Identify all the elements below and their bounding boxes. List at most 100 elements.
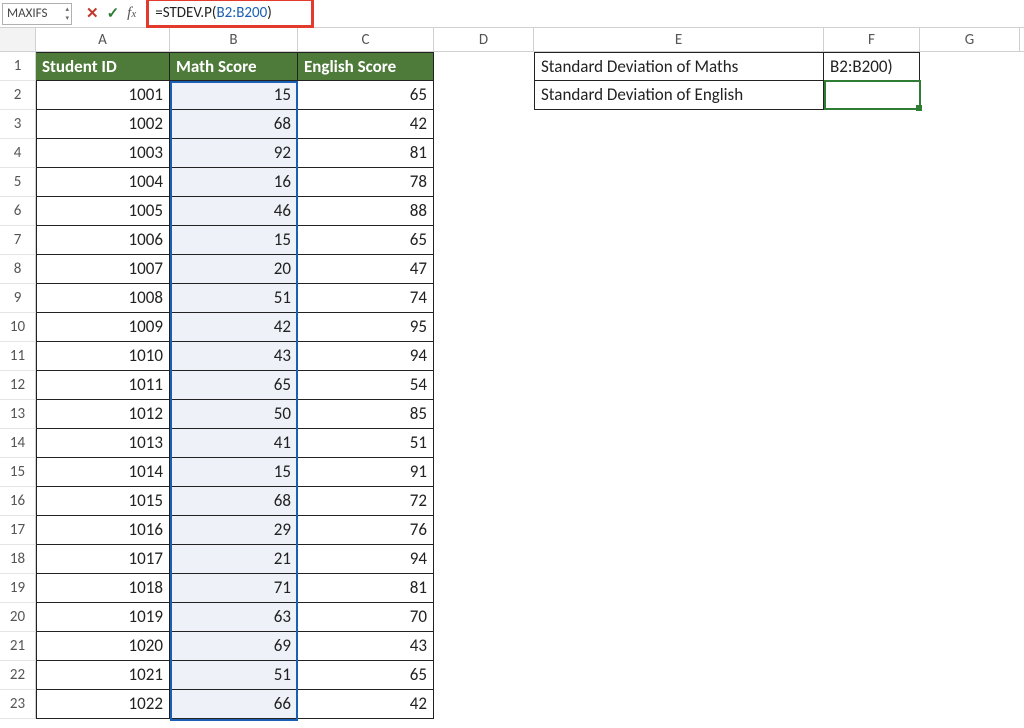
- cell[interactable]: [920, 516, 1020, 545]
- row-header[interactable]: 6: [0, 197, 36, 226]
- cell[interactable]: [824, 690, 920, 719]
- cell-math-score[interactable]: 68: [170, 110, 298, 139]
- row-header[interactable]: 7: [0, 226, 36, 255]
- row-header[interactable]: 15: [0, 458, 36, 487]
- col-header-B[interactable]: B: [170, 28, 298, 51]
- cell-student-id[interactable]: 1007: [36, 255, 170, 284]
- cell-english-score[interactable]: 43: [298, 632, 434, 661]
- cell[interactable]: [534, 632, 824, 661]
- cell-student-id[interactable]: 1019: [36, 603, 170, 632]
- cell[interactable]: [920, 632, 1020, 661]
- cell[interactable]: [534, 139, 824, 168]
- cell[interactable]: [920, 110, 1020, 139]
- row-header[interactable]: 19: [0, 574, 36, 603]
- col-header-C[interactable]: C: [298, 28, 434, 51]
- name-box[interactable]: MAXIFS ▴▾: [2, 3, 72, 25]
- cell-english-score[interactable]: 47: [298, 255, 434, 284]
- cell-student-id[interactable]: 1012: [36, 400, 170, 429]
- cell[interactable]: [434, 197, 534, 226]
- cell-english-score[interactable]: 54: [298, 371, 434, 400]
- cell-english-score[interactable]: 65: [298, 81, 434, 110]
- cell[interactable]: [920, 226, 1020, 255]
- cell[interactable]: [824, 226, 920, 255]
- row-header[interactable]: 23: [0, 690, 36, 719]
- cell[interactable]: [824, 487, 920, 516]
- cell-english-score[interactable]: 91: [298, 458, 434, 487]
- cell[interactable]: [920, 342, 1020, 371]
- cell-english-score[interactable]: 74: [298, 284, 434, 313]
- cell[interactable]: [824, 661, 920, 690]
- cell[interactable]: [434, 52, 534, 81]
- cell-math-score[interactable]: 68: [170, 487, 298, 516]
- row-header[interactable]: 4: [0, 139, 36, 168]
- cell[interactable]: [534, 458, 824, 487]
- cell[interactable]: [434, 168, 534, 197]
- cell[interactable]: [434, 255, 534, 284]
- row-header[interactable]: 3: [0, 110, 36, 139]
- row-header[interactable]: 17: [0, 516, 36, 545]
- cell[interactable]: [920, 197, 1020, 226]
- cell[interactable]: [920, 545, 1020, 574]
- col-header-A[interactable]: A: [36, 28, 170, 51]
- row-header[interactable]: 14: [0, 429, 36, 458]
- cell-english-score[interactable]: 94: [298, 545, 434, 574]
- cell-student-id[interactable]: 1009: [36, 313, 170, 342]
- cell[interactable]: [824, 603, 920, 632]
- cell[interactable]: [824, 197, 920, 226]
- row-header[interactable]: 11: [0, 342, 36, 371]
- cell[interactable]: [824, 545, 920, 574]
- cell[interactable]: [920, 574, 1020, 603]
- row-header[interactable]: 20: [0, 603, 36, 632]
- cell[interactable]: [434, 574, 534, 603]
- cell[interactable]: [534, 429, 824, 458]
- cancel-icon[interactable]: ✕: [86, 4, 99, 23]
- cell-english-score[interactable]: 76: [298, 516, 434, 545]
- col-header-F[interactable]: F: [824, 28, 920, 51]
- cell[interactable]: [434, 516, 534, 545]
- cell[interactable]: [920, 661, 1020, 690]
- cell[interactable]: [534, 516, 824, 545]
- header-student-id[interactable]: Student ID: [36, 52, 170, 81]
- cell-math-score[interactable]: 15: [170, 226, 298, 255]
- cell[interactable]: [434, 661, 534, 690]
- select-all-corner[interactable]: [0, 28, 36, 51]
- row-header[interactable]: 9: [0, 284, 36, 313]
- cell-english-score[interactable]: 65: [298, 226, 434, 255]
- cell[interactable]: [434, 429, 534, 458]
- cell-student-id[interactable]: 1008: [36, 284, 170, 313]
- cell-student-id[interactable]: 1020: [36, 632, 170, 661]
- cell[interactable]: [434, 284, 534, 313]
- cell[interactable]: [824, 168, 920, 197]
- fx-icon[interactable]: fx: [127, 5, 136, 22]
- cell[interactable]: [824, 371, 920, 400]
- label-stdev-english[interactable]: Standard Deviation of English: [534, 81, 824, 110]
- cell-math-score[interactable]: 50: [170, 400, 298, 429]
- cell[interactable]: [824, 313, 920, 342]
- cell-math-score[interactable]: 92: [170, 139, 298, 168]
- cell[interactable]: [824, 342, 920, 371]
- cell-math-score[interactable]: 29: [170, 516, 298, 545]
- col-header-G[interactable]: G: [920, 28, 1020, 51]
- cell[interactable]: [824, 516, 920, 545]
- cell-english-score[interactable]: 72: [298, 487, 434, 516]
- cell[interactable]: [920, 458, 1020, 487]
- cell-math-score[interactable]: 21: [170, 545, 298, 574]
- cell[interactable]: [824, 632, 920, 661]
- cell-math-score[interactable]: 43: [170, 342, 298, 371]
- cell[interactable]: [434, 603, 534, 632]
- cell-math-score[interactable]: 51: [170, 661, 298, 690]
- cell[interactable]: [434, 313, 534, 342]
- header-english-score[interactable]: English Score: [298, 52, 434, 81]
- cell-math-score[interactable]: 51: [170, 284, 298, 313]
- cell[interactable]: [534, 400, 824, 429]
- cell-student-id[interactable]: 1017: [36, 545, 170, 574]
- row-header[interactable]: 18: [0, 545, 36, 574]
- cell-student-id[interactable]: 1018: [36, 574, 170, 603]
- cell[interactable]: [534, 197, 824, 226]
- cell-english-score[interactable]: 78: [298, 168, 434, 197]
- cell[interactable]: [920, 690, 1020, 719]
- cell[interactable]: [534, 168, 824, 197]
- row-header[interactable]: 1: [0, 52, 36, 81]
- cell-student-id[interactable]: 1005: [36, 197, 170, 226]
- cell[interactable]: [534, 371, 824, 400]
